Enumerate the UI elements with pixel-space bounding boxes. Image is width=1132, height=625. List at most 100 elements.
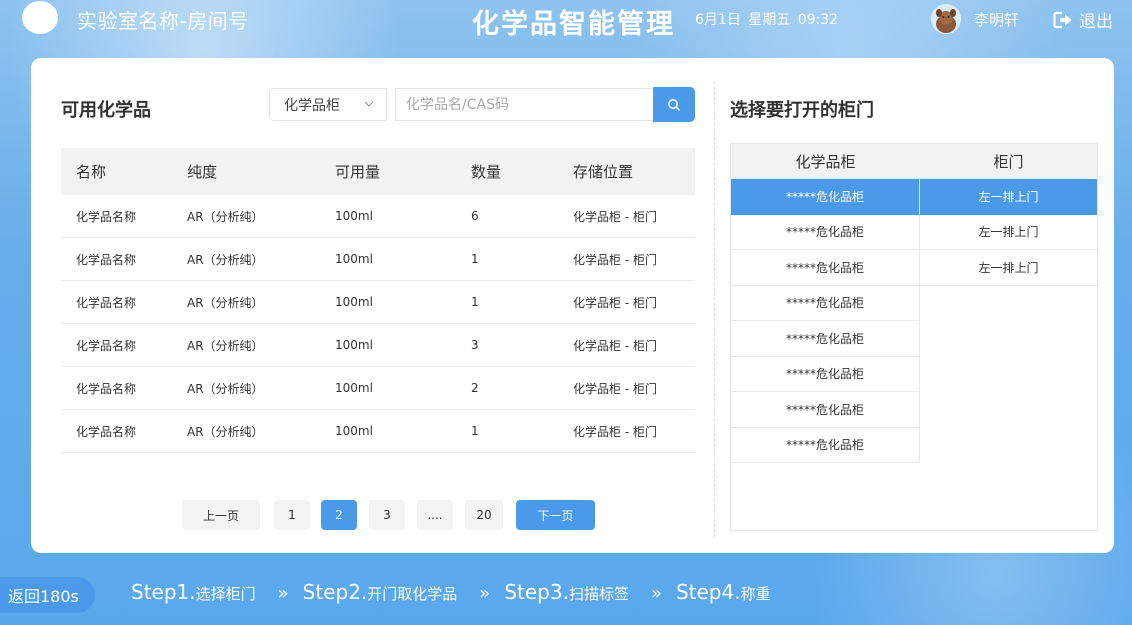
table-header: 名称 纯度 可用量 数量 存储位置 <box>61 148 695 195</box>
logo <box>22 1 58 34</box>
table-row[interactable]: 化学品名称 AR（分析纯） 100ml 2 化学品柜 - 柜门 <box>61 367 695 410</box>
chevron-down-icon <box>364 101 374 107</box>
cell-available: 100ml <box>335 295 373 309</box>
table-row[interactable]: 化学品名称 AR（分析纯） 100ml 1 化学品柜 - 柜门 <box>61 281 695 324</box>
cell-quantity: 1 <box>471 295 479 309</box>
step-1-label: 选择柜门 <box>195 585 256 603</box>
col-header-quantity: 数量 <box>471 163 502 181</box>
app-title: 化学品智能管理 <box>472 9 675 40</box>
cell-purity: AR（分析纯） <box>187 209 264 224</box>
door-item[interactable]: 左一排上门 <box>920 179 1097 215</box>
lab-name: 实验室名称-房间号 <box>77 9 249 33</box>
search-icon <box>668 98 680 111</box>
cell-available: 100ml <box>335 381 373 395</box>
back-countdown-button[interactable]: 返回180s <box>0 577 95 613</box>
page-button-2[interactable]: 2 <box>321 500 357 530</box>
cell-quantity: 1 <box>471 424 479 438</box>
cell-name: 化学品名称 <box>76 338 137 353</box>
step-2-number: Step2. <box>302 580 368 604</box>
chemicals-table: 名称 纯度 可用量 数量 存储位置 化学品名称 AR（分析纯） 100ml 6 … <box>61 148 695 453</box>
door-table-header: 化学品柜 柜门 <box>731 144 1097 179</box>
logout-button[interactable]: 退出 <box>1053 7 1113 32</box>
table-row[interactable]: 化学品名称 AR（分析纯） 100ml 1 化学品柜 - 柜门 <box>61 238 695 281</box>
cell-name: 化学品名称 <box>76 209 137 224</box>
cabinet-list: *****危化品柜 *****危化品柜 *****危化品柜 *****危化品柜 … <box>731 179 920 463</box>
cell-quantity: 2 <box>471 381 479 395</box>
cell-available: 100ml <box>335 338 373 352</box>
step-indicator: Step1. 选择柜门 » Step2. 开门取化学品 » Step3. 扫描标签 »… <box>131 580 771 604</box>
logout-label: 退出 <box>1079 12 1113 32</box>
datetime: 6月1日 星期五 09:32 <box>695 12 839 28</box>
cabinet-filter-select[interactable]: 化学品柜 <box>269 88 387 121</box>
cabinet-item[interactable]: *****危化品柜 <box>731 321 920 357</box>
door-list: 左一排上门 左一排上门 左一排上门 <box>920 179 1097 286</box>
page-button-1[interactable]: 1 <box>274 500 310 530</box>
next-page-button[interactable]: 下一页 <box>516 500 595 530</box>
cell-location: 化学品柜 - 柜门 <box>573 381 657 396</box>
cell-location: 化学品柜 - 柜门 <box>573 338 657 353</box>
step-separator: » <box>650 583 662 604</box>
cabinet-item[interactable]: *****危化品柜 <box>731 179 920 215</box>
door-item[interactable]: 左一排上门 <box>920 215 1097 250</box>
cabinet-item[interactable]: *****危化品柜 <box>731 250 920 286</box>
cell-name: 化学品名称 <box>76 424 137 439</box>
cell-purity: AR（分析纯） <box>187 381 264 396</box>
page-button-20[interactable]: 20 <box>465 500 503 530</box>
step-separator: » <box>479 583 491 604</box>
cabinet-filter-value: 化学品柜 <box>284 97 340 114</box>
cell-location: 化学品柜 - 柜门 <box>573 252 657 267</box>
page-button-3[interactable]: 3 <box>369 500 405 530</box>
cabinet-door-table: 化学品柜 柜门 *****危化品柜 *****危化品柜 *****危化品柜 **… <box>730 143 1098 531</box>
cabinet-item[interactable]: *****危化品柜 <box>731 356 920 392</box>
cell-name: 化学品名称 <box>76 252 137 267</box>
main-card: 可用化学品 化学品柜 名称 纯度 可用量 数量 存储位置 化学品名称 <box>31 58 1114 553</box>
step-3-label: 扫描标签 <box>568 585 629 603</box>
col-header-name: 名称 <box>76 163 107 181</box>
step-3-number: Step3. <box>504 580 569 604</box>
col-header-available: 可用量 <box>335 163 381 181</box>
table-row[interactable]: 化学品名称 AR（分析纯） 100ml 6 化学品柜 - 柜门 <box>61 195 695 238</box>
cell-quantity: 3 <box>471 338 479 352</box>
cabinet-item[interactable]: *****危化品柜 <box>731 214 920 250</box>
top-bar: 实验室名称-房间号 化学品智能管理 6月1日 星期五 09:32 李明轩 退出 <box>0 0 1132 40</box>
cell-purity: AR（分析纯） <box>187 295 264 310</box>
section-title-available: 可用化学品 <box>61 100 151 121</box>
cell-purity: AR（分析纯） <box>187 252 264 267</box>
cell-name: 化学品名称 <box>76 381 137 396</box>
cabinet-item[interactable]: *****危化品柜 <box>731 392 920 428</box>
cell-quantity: 6 <box>471 209 479 223</box>
col-header-door: 柜门 <box>993 153 1024 171</box>
cell-quantity: 1 <box>471 252 479 266</box>
user-name: 李明轩 <box>974 11 1020 29</box>
cabinet-item[interactable]: *****危化品柜 <box>731 427 920 463</box>
table-row[interactable]: 化学品名称 AR（分析纯） 100ml 3 化学品柜 - 柜门 <box>61 324 695 367</box>
step-1-number: Step1. <box>131 580 196 604</box>
cell-available: 100ml <box>335 252 373 266</box>
prev-page-button[interactable]: 上一页 <box>182 500 260 530</box>
step-separator: » <box>277 583 289 604</box>
cell-location: 化学品柜 - 柜门 <box>573 424 657 439</box>
search-button[interactable] <box>653 87 695 122</box>
search-input[interactable] <box>395 88 655 121</box>
cell-available: 100ml <box>335 209 373 223</box>
col-header-purity: 纯度 <box>187 163 218 181</box>
cell-name: 化学品名称 <box>76 295 137 310</box>
step-4-number: Step4. <box>675 580 741 604</box>
section-title-doors: 选择要打开的柜门 <box>730 100 874 121</box>
page-ellipsis[interactable]: .... <box>417 500 453 530</box>
step-4-label: 称重 <box>740 585 771 603</box>
avatar[interactable] <box>931 4 961 34</box>
cell-location: 化学品柜 - 柜门 <box>573 209 657 224</box>
cabinet-item[interactable]: *****危化品柜 <box>731 285 920 321</box>
col-header-location: 存储位置 <box>573 163 634 181</box>
step-2-label: 开门取化学品 <box>367 585 458 603</box>
table-row[interactable]: 化学品名称 AR（分析纯） 100ml 1 化学品柜 - 柜门 <box>61 410 695 453</box>
door-item[interactable]: 左一排上门 <box>920 250 1097 286</box>
col-header-cabinet: 化学品柜 <box>795 153 856 171</box>
available-chemicals-panel: 可用化学品 化学品柜 名称 纯度 可用量 数量 存储位置 化学品名称 <box>31 58 714 553</box>
cell-purity: AR（分析纯） <box>187 424 264 439</box>
panel-divider <box>714 82 715 537</box>
logout-icon <box>1053 11 1072 28</box>
cell-available: 100ml <box>335 424 373 438</box>
cell-purity: AR（分析纯） <box>187 338 264 353</box>
